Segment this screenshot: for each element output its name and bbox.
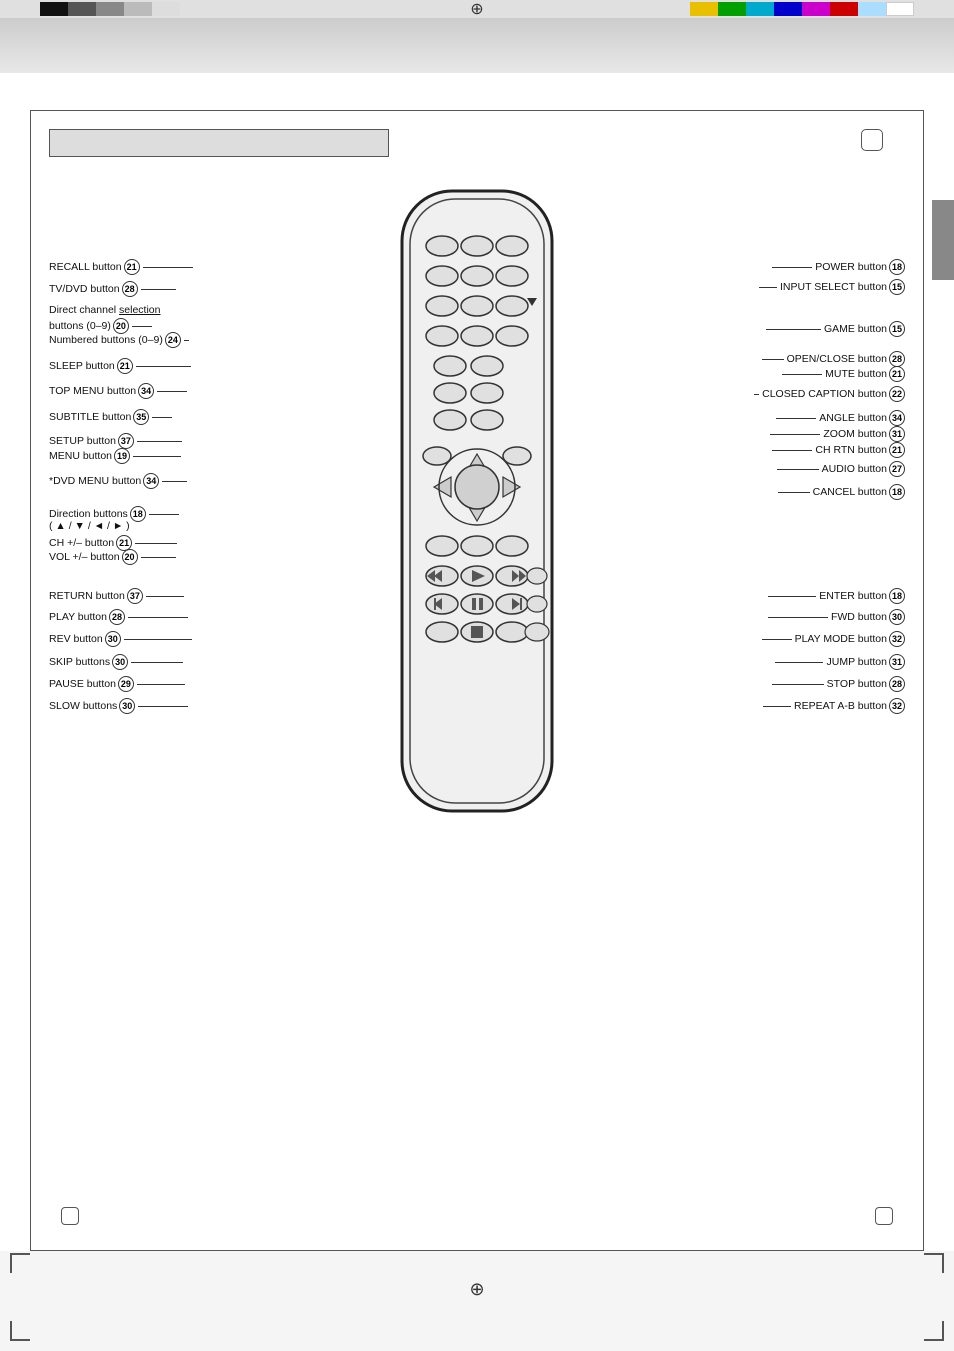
bottom-bar: ⊕	[0, 1251, 954, 1351]
label-menu: MENU button 19	[49, 448, 181, 464]
label-skip: SKIP buttons 30	[49, 654, 183, 670]
label-enter: ENTER button 18	[768, 588, 905, 604]
color-block-green	[718, 2, 746, 16]
main-box: RECALL button 21 TV/DVD button 28 Direct…	[30, 110, 924, 1251]
label-mute: MUTE button 21	[782, 366, 905, 382]
corner-br	[924, 1321, 944, 1341]
label-pause: PAUSE button 29	[49, 676, 185, 692]
label-stop: STOP button 28	[772, 676, 905, 692]
color-block-red	[830, 2, 858, 16]
color-block-white	[152, 2, 180, 16]
color-block-gray	[96, 2, 124, 16]
color-block-lightgray	[124, 2, 152, 16]
title-bar	[49, 129, 389, 157]
label-game: GAME button 15	[766, 321, 905, 337]
label-repeatab: REPEAT A-B button 32	[763, 698, 905, 714]
color-block-blue	[774, 2, 802, 16]
label-numbered: Numbered buttons (0–9) 24	[49, 332, 189, 348]
label-play: PLAY button 28	[49, 609, 188, 625]
label-topmenu: TOP MENU button 34	[49, 383, 187, 399]
label-closedcaption: CLOSED CAPTION button 22	[754, 386, 905, 402]
label-vol-btn: VOL +/– button 20	[49, 549, 176, 565]
label-openclose: OPEN/CLOSE button 28	[762, 351, 905, 367]
note-icon-br	[875, 1207, 893, 1225]
top-bar: ⊕	[0, 0, 954, 18]
label-fwd: FWD button 30	[768, 609, 905, 625]
label-zoom: ZOOM button 31	[770, 426, 905, 442]
color-blocks-right	[690, 2, 914, 16]
label-playmode: PLAY MODE button 32	[762, 631, 905, 647]
label-sleep: SLEEP button 21	[49, 358, 191, 374]
corner-tl-bottom	[10, 1253, 30, 1273]
second-bar	[0, 18, 954, 73]
note-icon-bl	[61, 1207, 79, 1225]
label-audio: AUDIO button 27	[777, 461, 905, 477]
label-angle: ANGLE button 34	[776, 410, 905, 426]
bottom-crosshair: ⊕	[469, 1279, 484, 1300]
label-direct-ch: Direct channel selection	[49, 304, 161, 316]
label-power: POWER button 18	[772, 259, 905, 275]
label-jump: JUMP button 31	[775, 654, 905, 670]
color-block-magenta	[802, 2, 830, 16]
label-rev: REV button 30	[49, 631, 192, 647]
label-cancel: CANCEL button 18	[778, 484, 905, 500]
label-subtitle: SUBTITLE button 35	[49, 409, 172, 425]
label-return: RETURN button 37	[49, 588, 184, 604]
color-block-darkgray	[68, 2, 96, 16]
side-tab	[932, 200, 954, 280]
color-block-cyan	[746, 2, 774, 16]
label-tvdvd: TV/DVD button 28	[49, 281, 176, 297]
label-inputselect: INPUT SELECT button 15	[759, 279, 905, 295]
corner-tr-bottom	[924, 1253, 944, 1273]
remote-diagram	[372, 186, 582, 829]
color-block-ltblue	[858, 2, 886, 16]
label-direction-arrows: ( ▲ / ▼ / ◄ / ► )	[49, 520, 130, 532]
label-slow: SLOW buttons 30	[49, 698, 188, 714]
remote-svg	[372, 186, 582, 826]
label-chrtn: CH RTN button 21	[772, 442, 905, 458]
color-block-yellow	[690, 2, 718, 16]
label-setup: SETUP button 37	[49, 433, 182, 449]
corner-bl	[10, 1321, 30, 1341]
corner-icon-tr	[861, 129, 883, 151]
color-blocks-left	[40, 2, 180, 16]
color-block-white2	[886, 2, 914, 16]
label-dvdmenu: *DVD MENU button 34	[49, 473, 187, 489]
top-crosshair: ⊕	[470, 0, 483, 19]
color-block-black	[40, 2, 68, 16]
label-recall: RECALL button 21	[49, 259, 193, 275]
